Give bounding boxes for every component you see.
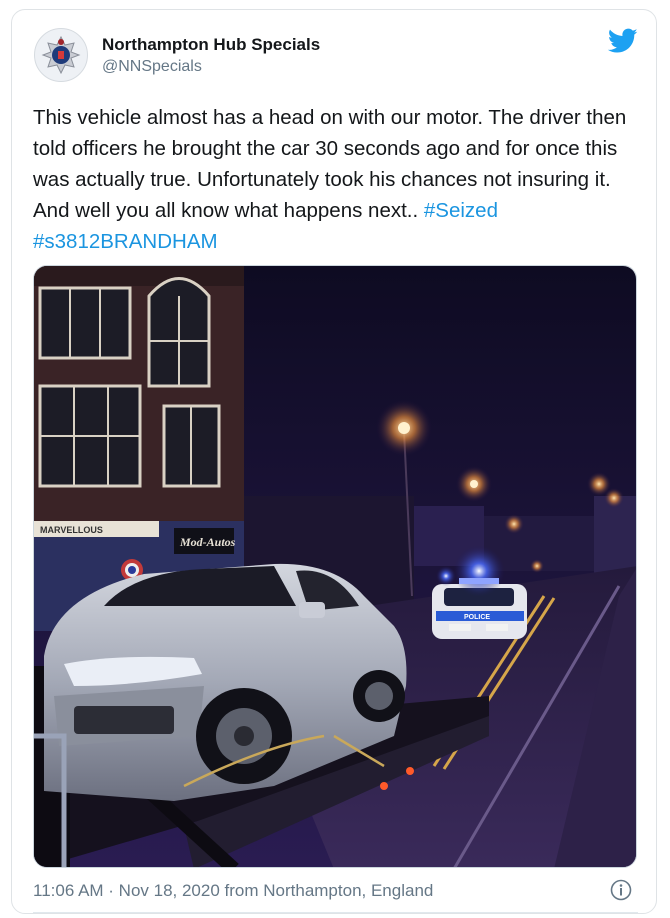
author-names: Northampton Hub Specials @NNSpecials <box>102 34 320 78</box>
police-car-label: POLICE <box>464 614 490 621</box>
twitter-bird-icon[interactable] <box>608 28 638 54</box>
hashtag-plate[interactable]: #s3812BRANDHAM <box>33 230 218 253</box>
tweet-body: This vehicle almost has a head on with o… <box>33 106 627 222</box>
tweet-text: This vehicle almost has a head on with o… <box>33 102 633 257</box>
tweet-footer: 11:06 AM · Nov 18, 2020 from Northampton… <box>33 878 638 904</box>
hashtag-seized[interactable]: #Seized <box>424 199 498 222</box>
tweet-header: Northampton Hub Specials @NNSpecials <box>34 28 638 84</box>
shop-logo-text: Mod-Autos <box>179 535 236 549</box>
footer-divider <box>33 912 638 913</box>
police-crest-icon <box>41 35 81 75</box>
shop-sign-text: MARVELLOUS <box>40 525 103 535</box>
night-street-scene: MARVELLOUS Mod-Autos POLICE <box>34 266 636 867</box>
tweet-timestamp[interactable]: 11:06 AM · Nov 18, 2020 from Northampton… <box>33 881 433 900</box>
tweet-card: Northampton Hub Specials @NNSpecials Thi… <box>11 9 657 914</box>
avatar[interactable] <box>34 28 88 82</box>
display-name[interactable]: Northampton Hub Specials <box>102 34 320 56</box>
tweet-photo[interactable]: MARVELLOUS Mod-Autos POLICE <box>33 265 637 868</box>
info-icon[interactable] <box>610 879 632 901</box>
user-handle[interactable]: @NNSpecials <box>102 56 320 78</box>
